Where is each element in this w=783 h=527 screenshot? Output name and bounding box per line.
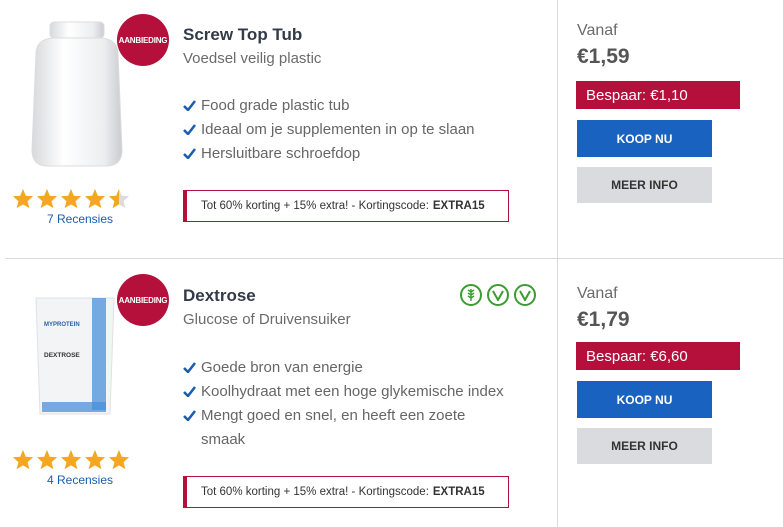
more-info-button[interactable]: MEER INFO	[577, 428, 712, 464]
star-icon	[12, 188, 34, 209]
star-icon	[36, 188, 58, 209]
star-rating	[12, 449, 130, 470]
feature-item: Ideaal om je supplementen in op te slaan	[183, 118, 543, 142]
gluten-free-icon	[460, 284, 482, 306]
reviews-link[interactable]: 7 Recensies	[12, 212, 148, 226]
product-title[interactable]: Dextrose	[183, 286, 256, 306]
savings-badge: Bespaar: €6,60	[576, 342, 740, 370]
check-icon	[183, 380, 201, 397]
offer-badge: AANBIEDING	[117, 14, 169, 66]
promo-code-box: Tot 60% korting + 15% extra! - Kortingsc…	[183, 190, 509, 222]
check-icon	[183, 142, 201, 159]
star-icon	[36, 449, 58, 470]
promo-code-box: Tot 60% korting + 15% extra! - Kortingsc…	[183, 476, 509, 508]
price-prefix: Vanaf	[577, 22, 618, 39]
star-icon	[84, 188, 106, 209]
feature-list: Goede bron van energie Koolhydraat met e…	[183, 356, 513, 452]
feature-list: Food grade plastic tub Ideaal om je supp…	[183, 94, 543, 166]
star-rating	[12, 188, 130, 209]
diet-icons	[460, 284, 536, 306]
price: €1,59	[577, 45, 630, 68]
product-subtitle: Glucose of Druivensuiker	[183, 311, 351, 328]
pack-brand: MYPROTEIN	[44, 322, 80, 328]
promo-code: EXTRA15	[432, 486, 485, 498]
feature-item: Koolhydraat met een hoge glykemische ind…	[183, 380, 513, 404]
product-image[interactable]: MYPROTEIN DEXTROSE	[30, 294, 120, 419]
product-subtitle: Voedsel veilig plastic	[183, 50, 322, 67]
buy-now-button[interactable]: KOOP NU	[577, 381, 712, 418]
feature-item: Hersluitbare schroefdop	[183, 142, 543, 166]
promo-code: EXTRA15	[432, 200, 485, 212]
check-icon	[183, 404, 201, 421]
pack-label: DEXTROSE	[44, 352, 80, 359]
vegan-icon	[514, 284, 536, 306]
reviews-link[interactable]: 4 Recensies	[12, 473, 148, 487]
price-prefix: Vanaf	[577, 285, 618, 302]
star-icon	[60, 449, 82, 470]
feature-item: Food grade plastic tub	[183, 94, 543, 118]
star-icon	[60, 188, 82, 209]
buy-now-button[interactable]: KOOP NU	[577, 120, 712, 157]
feature-item: Mengt goed en snel, en heeft een zoete s…	[183, 404, 513, 452]
feature-item: Goede bron van energie	[183, 356, 513, 380]
offer-badge: AANBIEDING	[117, 274, 169, 326]
savings-badge: Bespaar: €1,10	[576, 81, 740, 109]
product-title[interactable]: Screw Top Tub	[183, 25, 302, 45]
price: €1,79	[577, 308, 630, 331]
product-image[interactable]	[22, 20, 132, 170]
product-card-screw-top-tub: AANBIEDING Screw Top Tub Voedsel veilig …	[0, 0, 783, 262]
more-info-button[interactable]: MEER INFO	[577, 167, 712, 203]
half-star-icon	[108, 188, 130, 209]
check-icon	[183, 118, 201, 135]
product-card-dextrose: MYPROTEIN DEXTROSE AANBIEDING Dextrose G…	[0, 262, 783, 524]
star-icon	[84, 449, 106, 470]
vegetarian-icon	[487, 284, 509, 306]
check-icon	[183, 356, 201, 373]
star-icon	[108, 449, 130, 470]
check-icon	[183, 94, 201, 111]
star-icon	[12, 449, 34, 470]
